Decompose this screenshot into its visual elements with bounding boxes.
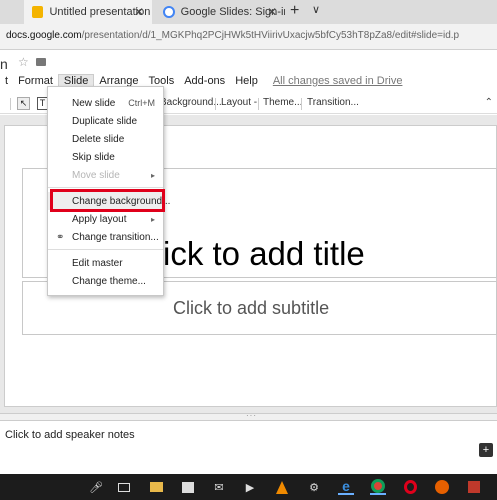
menu-item-label: Skip slide (72, 151, 115, 163)
transition-button[interactable]: Transition... (307, 97, 359, 108)
url-path: /presentation/d/1_MGKPhq2PCjHWk5tHViiriv… (81, 30, 460, 41)
speaker-notes-placeholder: Click to add speaker notes (5, 429, 135, 441)
tab-close-icon[interactable]: ✕ (267, 5, 277, 19)
tab-list-chevron-icon[interactable]: ∨ (312, 3, 320, 16)
notes-resize-handle[interactable]: ··· (0, 411, 497, 421)
slides-favicon-icon (32, 6, 44, 18)
tab-close-icon[interactable]: ✕ (134, 5, 144, 19)
theme-button[interactable]: Theme... (263, 97, 302, 108)
speaker-notes-panel[interactable]: Click to add speaker notes + (0, 421, 497, 474)
toolbar-divider (258, 98, 259, 110)
doc-title[interactable]: n (0, 56, 8, 72)
subtitle-placeholder-text: Click to add subtitle (173, 298, 330, 318)
tab-untitled-presentation[interactable]: Untitled presentation - ✕ (24, 0, 152, 24)
highlight-annotation-box (50, 189, 165, 212)
menu-insert[interactable]: t (0, 75, 13, 87)
edge-icon[interactable]: e (338, 478, 354, 495)
new-tab-button[interactable]: + (290, 2, 299, 20)
save-status-link[interactable]: All changes saved in Drive (273, 75, 403, 87)
menu-item-delete-slide[interactable]: Delete slide (48, 130, 163, 148)
menu-item-skip-slide[interactable]: Skip slide (48, 148, 163, 166)
game-icon[interactable]: ⚙ (306, 479, 322, 495)
menu-item-duplicate-slide[interactable]: Duplicate slide (48, 112, 163, 130)
menu-item-label: Change theme... (72, 275, 146, 287)
menu-item-label: Delete slide (72, 133, 125, 145)
submenu-arrow-icon: ▸ (150, 214, 155, 224)
menu-item-change-transition[interactable]: ⚭ Change transition... (48, 228, 163, 246)
windows-taskbar: 🎤︎ ✉ ▶ ⚙ e (0, 474, 497, 500)
menu-divider (48, 187, 163, 188)
browser-tab-strip: Untitled presentation - ✕ Google Slides:… (0, 0, 497, 24)
link-icon: ⚭ (56, 232, 65, 243)
select-tool-icon[interactable]: ↖ (17, 97, 30, 110)
address-bar[interactable]: docs.google.com/presentation/d/1_MGKPhq2… (0, 24, 497, 50)
google-favicon-icon (163, 6, 175, 18)
menu-item-label: New slide (72, 97, 116, 109)
menu-item-move-slide: Move slide ▸ (48, 166, 163, 184)
submenu-arrow-icon: ▸ (150, 170, 155, 180)
layout-button[interactable]: Layout - (221, 97, 257, 108)
menu-addons[interactable]: Add-ons (179, 75, 230, 87)
menu-item-label: Move slide (72, 169, 120, 181)
app-icon[interactable] (466, 479, 482, 495)
title-placeholder-text: ick to add title (163, 235, 365, 272)
menu-divider (48, 249, 163, 250)
tab-google-slides-signin[interactable]: Google Slides: Sign-in ✕ (155, 0, 285, 24)
chrome-icon[interactable] (370, 479, 386, 495)
media-icon[interactable]: ▶ (242, 479, 258, 495)
task-view-icon[interactable] (116, 479, 132, 495)
mic-icon[interactable]: 🎤︎ (88, 479, 104, 495)
drag-dots-icon: ··· (246, 411, 257, 420)
menu-item-label: Duplicate slide (72, 115, 138, 127)
url-domain: docs.google.com (6, 30, 82, 41)
shortcut-label: Ctrl+M (128, 98, 155, 108)
folder-icon[interactable] (36, 58, 46, 66)
background-button[interactable]: Background... (160, 97, 222, 108)
mail-icon[interactable]: ✉ (211, 479, 227, 495)
add-icon[interactable]: + (479, 443, 493, 457)
star-icon[interactable]: ☆ (18, 55, 29, 69)
toolbar-divider (10, 98, 11, 110)
firefox-icon[interactable] (434, 479, 450, 495)
menu-item-edit-master[interactable]: Edit master (48, 254, 163, 272)
menu-item-label: Edit master (72, 257, 123, 269)
menu-item-change-theme[interactable]: Change theme... (48, 272, 163, 290)
menu-item-apply-layout[interactable]: Apply layout ▸ (48, 210, 163, 228)
opera-icon[interactable] (402, 479, 418, 495)
store-icon[interactable] (180, 479, 196, 495)
collapse-toolbar-icon[interactable]: ⌃ (485, 97, 493, 108)
url-text[interactable]: docs.google.com/presentation/d/1_MGKPhq2… (6, 30, 459, 41)
toolbar-divider (301, 98, 302, 110)
vlc-icon[interactable] (274, 479, 290, 495)
file-explorer-icon[interactable] (148, 479, 164, 495)
menu-item-new-slide[interactable]: New slide Ctrl+M (48, 94, 163, 112)
menu-item-label: Apply layout (72, 213, 127, 225)
menu-item-label: Change transition... (72, 231, 159, 243)
toolbar-divider (215, 98, 216, 110)
menu-help[interactable]: Help (230, 75, 263, 87)
